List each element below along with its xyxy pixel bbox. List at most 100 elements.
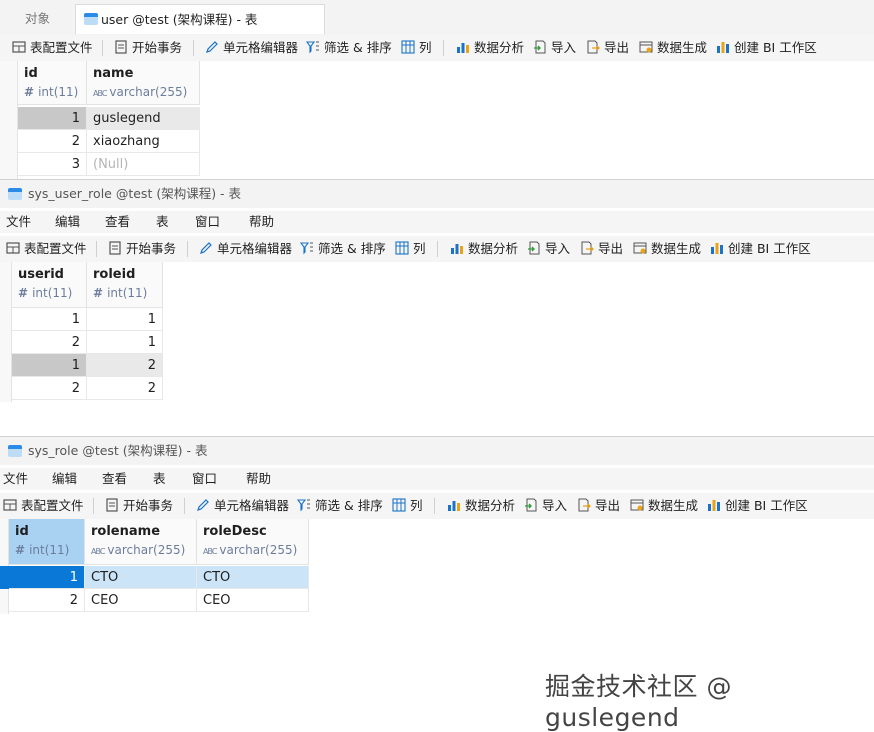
cell-roleid[interactable]: 1 [87, 308, 163, 331]
window-title-sys-user-role: sys_user_role @test (架构课程) - 表 [0, 179, 874, 208]
data-analysis-button[interactable]: 数据分析 [456, 35, 524, 61]
cell-editor-button[interactable]: 单元格编辑器 [199, 236, 292, 262]
import-button[interactable]: 导入 [527, 236, 570, 262]
filter-sort-label: 筛选 & 排序 [315, 498, 383, 513]
tab-objects[interactable]: 对象 [0, 4, 75, 34]
column-header-userid[interactable]: userid # int(11) [12, 262, 87, 308]
data-generation-button[interactable]: 数据生成 [630, 493, 698, 519]
toolbar-sys-user-role: 表配置文件 开始事务 单元格编辑器 筛选 & 排序 列 数据分析 导入 导出 数… [0, 236, 874, 262]
menu-view[interactable]: 查看 [105, 211, 130, 233]
cell-roleid[interactable]: 2 [87, 377, 163, 400]
data-analysis-button[interactable]: 数据分析 [447, 493, 515, 519]
cell-userid[interactable]: 1 [12, 308, 87, 331]
create-bi-button[interactable]: 创建 BI 工作区 [710, 236, 811, 262]
export-button[interactable]: 导出 [586, 35, 629, 61]
cell-name[interactable]: xiaozhang [87, 130, 200, 153]
window-title-sys-role: sys_role @test (架构课程) - 表 [0, 436, 874, 465]
column-header-id[interactable]: id # int(11) [18, 61, 87, 105]
table-config-button[interactable]: 表配置文件 [12, 35, 93, 61]
cell-userid[interactable]: 2 [12, 377, 87, 400]
menu-file[interactable]: 文件 [3, 468, 28, 490]
columns-button[interactable]: 列 [395, 236, 426, 262]
data-generation-button[interactable]: 数据生成 [633, 236, 701, 262]
import-label: 导入 [545, 241, 571, 256]
export-button[interactable]: 导出 [580, 236, 623, 262]
cell-roledesc[interactable]: CEO [197, 589, 309, 612]
analysis-icon [450, 238, 464, 254]
cell-roledesc[interactable]: CTO [197, 566, 309, 589]
cell-userid[interactable]: 2 [12, 331, 87, 354]
menu-edit[interactable]: 编辑 [55, 211, 80, 233]
menu-help[interactable]: 帮助 [249, 211, 274, 233]
pencil-icon [199, 238, 213, 254]
import-button[interactable]: 导入 [524, 493, 567, 519]
cell-id[interactable]: 2 [18, 130, 87, 153]
integer-type-icon: # [18, 286, 29, 300]
filter-sort-label: 筛选 & 排序 [318, 241, 386, 256]
column-name: id [24, 66, 38, 81]
menu-file[interactable]: 文件 [6, 211, 31, 233]
column-header-roleid[interactable]: roleid # int(11) [87, 262, 163, 308]
column-header-rolename[interactable]: rolename ABC varchar(255) [85, 519, 197, 565]
cell-roleid[interactable]: 1 [87, 331, 163, 354]
column-header-name[interactable]: name ABC varchar(255) [87, 61, 200, 105]
cell-roleid[interactable]: 2 [87, 354, 163, 377]
column-name: id [15, 524, 29, 539]
menu-help[interactable]: 帮助 [246, 468, 271, 490]
filter-icon [305, 37, 320, 54]
columns-label: 列 [419, 40, 432, 55]
begin-transaction-button[interactable]: 开始事务 [108, 236, 176, 262]
table-config-label: 表配置文件 [30, 40, 93, 55]
cell-editor-label: 单元格编辑器 [214, 498, 290, 513]
create-bi-button[interactable]: 创建 BI 工作区 [707, 493, 808, 519]
cell-id[interactable]: 3 [18, 153, 87, 176]
filter-sort-button[interactable]: 筛选 & 排序 [296, 493, 383, 519]
cell-editor-button[interactable]: 单元格编辑器 [196, 493, 289, 519]
cell-id[interactable]: 1 [18, 107, 87, 130]
divider [434, 498, 435, 514]
row-selector-active[interactable] [0, 566, 9, 589]
table-config-button[interactable]: 表配置文件 [3, 493, 84, 519]
table-icon [8, 188, 22, 200]
filter-icon [296, 495, 311, 512]
column-header-id[interactable]: id # int(11) [9, 519, 85, 565]
menu-table[interactable]: 表 [153, 468, 166, 490]
columns-button[interactable]: 列 [401, 35, 432, 61]
filter-sort-button[interactable]: 筛选 & 排序 [305, 35, 392, 61]
menu-view[interactable]: 查看 [102, 468, 127, 490]
data-analysis-button[interactable]: 数据分析 [450, 236, 518, 262]
column-header-roledesc[interactable]: roleDesc ABC varchar(255) [197, 519, 309, 565]
import-icon [533, 37, 547, 54]
cell-name[interactable]: guslegend [87, 107, 200, 130]
export-button[interactable]: 导出 [577, 493, 620, 519]
data-analysis-label: 数据分析 [465, 498, 516, 513]
cell-rolename[interactable]: CEO [85, 589, 197, 612]
column-type: # int(11) [15, 543, 69, 557]
columns-label: 列 [413, 241, 426, 256]
row-gutter [0, 262, 12, 402]
begin-transaction-button[interactable]: 开始事务 [114, 35, 182, 61]
table-config-button[interactable]: 表配置文件 [6, 236, 87, 262]
menu-window[interactable]: 窗口 [192, 468, 217, 490]
tab-user-table[interactable]: user @test (架构课程) - 表 [75, 4, 325, 34]
cell-id[interactable]: 2 [9, 589, 85, 612]
filter-sort-button[interactable]: 筛选 & 排序 [299, 236, 386, 262]
menu-window[interactable]: 窗口 [195, 211, 220, 233]
cell-name-null[interactable]: (Null) [87, 153, 200, 176]
create-bi-label: 创建 BI 工作区 [728, 241, 811, 256]
cell-rolename[interactable]: CTO [85, 566, 197, 589]
table-config-icon [6, 238, 20, 254]
begin-transaction-button[interactable]: 开始事务 [105, 493, 173, 519]
tab-user-table-label: user @test (架构课程) - 表 [101, 12, 258, 27]
pencil-icon [196, 495, 210, 511]
menu-edit[interactable]: 编辑 [52, 468, 77, 490]
menu-table[interactable]: 表 [156, 211, 169, 233]
cell-editor-button[interactable]: 单元格编辑器 [205, 35, 298, 61]
create-bi-button[interactable]: 创建 BI 工作区 [716, 35, 817, 61]
import-button[interactable]: 导入 [533, 35, 576, 61]
data-generation-button[interactable]: 数据生成 [639, 35, 707, 61]
cell-editor-label: 单元格编辑器 [217, 241, 293, 256]
cell-id-selected[interactable]: 1 [9, 566, 85, 589]
cell-userid[interactable]: 1 [12, 354, 87, 377]
columns-button[interactable]: 列 [392, 493, 423, 519]
